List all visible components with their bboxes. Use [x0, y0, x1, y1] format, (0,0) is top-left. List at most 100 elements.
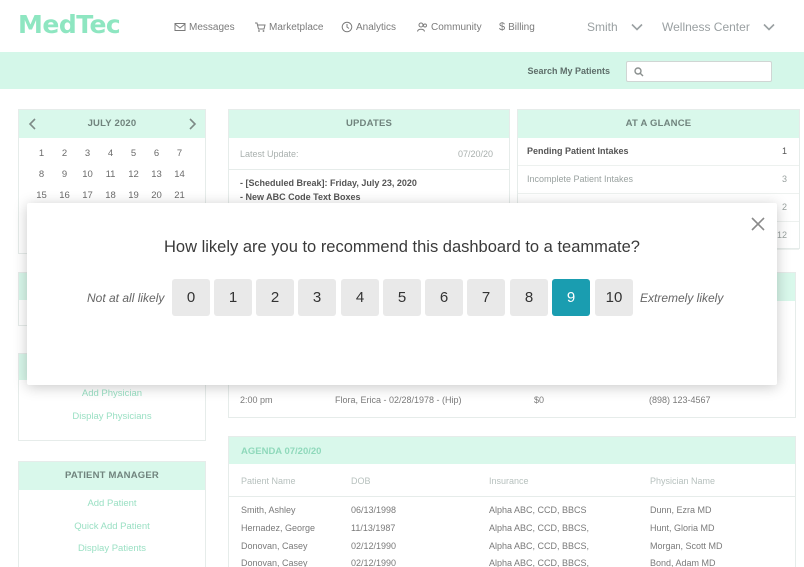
calendar-day[interactable]: 14 [168, 169, 191, 180]
glance-count: 1 [781, 146, 787, 156]
chevron-left-icon[interactable] [25, 116, 41, 132]
patient-name-cell[interactable]: Hernadez, George [241, 523, 315, 533]
display-physicians-link[interactable]: Display Physicians [19, 411, 205, 422]
schedule-patient[interactable]: Flora, Erica - 02/28/1978 - (Hip) [335, 395, 462, 405]
calendar-day[interactable]: 3 [76, 148, 99, 159]
add-physician-link[interactable]: Add Physician [19, 388, 205, 399]
nav-analytics-label: Analytics [356, 21, 397, 33]
schedule-time: 2:00 pm [240, 395, 273, 405]
nav-community-label: Community [431, 21, 482, 33]
clock-icon [341, 21, 353, 33]
calendar-month: JULY 2020 [19, 110, 205, 138]
add-patient-link[interactable]: Add Patient [19, 498, 205, 509]
score-button-1[interactable]: 1 [214, 279, 252, 316]
score-button-9[interactable]: 9 [552, 279, 590, 316]
app-logo[interactable]: MedTec [18, 10, 121, 39]
chevron-right-icon[interactable] [184, 116, 200, 132]
mail-icon [174, 23, 186, 31]
schedule-phone: (898) 123-4567 [649, 395, 711, 405]
update-item: - New ABC Code Text Boxes [240, 192, 361, 202]
user-menu[interactable]: Smith [587, 20, 618, 34]
calendar-day[interactable]: 6 [145, 148, 168, 159]
nav-community[interactable]: Community [416, 21, 482, 33]
search-icon [634, 67, 644, 77]
calendar-day[interactable]: 16 [53, 190, 76, 201]
calendar-day[interactable]: 12 [122, 169, 145, 180]
nav-billing[interactable]: $ Billing [499, 21, 535, 33]
dob-cell: 06/13/1998 [351, 505, 397, 515]
glance-row[interactable]: Incomplete Patient Intakes 3 [518, 166, 799, 194]
calendar-day[interactable]: 9 [53, 169, 76, 180]
calendar-day[interactable]: 7 [168, 148, 191, 159]
column-header: Insurance [489, 476, 529, 486]
chevron-down-icon[interactable] [630, 20, 644, 34]
display-patients-link[interactable]: Display Patients [19, 543, 205, 554]
physician-name-cell: Hunt, Gloria MD [650, 523, 715, 533]
calendar-day[interactable]: 20 [145, 190, 168, 201]
divider [229, 169, 509, 170]
calendar-day[interactable]: 10 [76, 169, 99, 180]
calendar-day[interactable]: 15 [30, 190, 53, 201]
nav-messages-label: Messages [189, 21, 235, 33]
insurance-cell: Alpha ABC, CCD, BBCS, [489, 541, 590, 551]
calendar-day[interactable]: 8 [30, 169, 53, 180]
scale-high-label: Extremely likely [640, 291, 724, 305]
score-button-0[interactable]: 0 [172, 279, 210, 316]
score-button-2[interactable]: 2 [256, 279, 294, 316]
patient-name-cell[interactable]: Smith, Ashley [241, 505, 296, 515]
physician-name-cell: Dunn, Ezra MD [650, 505, 712, 515]
column-header: Physician Name [650, 476, 716, 486]
score-button-4[interactable]: 4 [341, 279, 379, 316]
survey-modal: How likely are you to recommend this das… [27, 203, 777, 385]
nav-marketplace-label: Marketplace [269, 21, 324, 33]
latest-update-date: 07/20/20 [458, 149, 494, 159]
calendar-day[interactable]: 19 [122, 190, 145, 201]
column-header: Patient Name [241, 476, 296, 486]
dob-cell: 02/12/1990 [351, 558, 397, 567]
nav-messages[interactable]: Messages [174, 21, 235, 33]
score-button-10[interactable]: 10 [595, 279, 633, 316]
calendar-day[interactable]: 11 [99, 169, 122, 180]
calendar-day[interactable]: 13 [145, 169, 168, 180]
search-input[interactable] [647, 65, 767, 79]
insurance-cell: Alpha ABC, CCD, BBCS [489, 505, 587, 515]
nav-marketplace[interactable]: Marketplace [254, 21, 323, 33]
search-label: Search My Patients [527, 66, 610, 76]
calendar-day[interactable]: 1 [30, 148, 53, 159]
score-button-6[interactable]: 6 [425, 279, 463, 316]
patient-name-cell[interactable]: Donovan, Casey [241, 541, 308, 551]
agenda-panel: AGENDA 07/20/20 Patient Name DOB Insuran… [228, 436, 796, 567]
calendar-day[interactable]: 4 [99, 148, 122, 159]
column-header: DOB [351, 476, 371, 486]
updates-title: UPDATES [229, 110, 509, 138]
glance-row[interactable]: Pending Patient Intakes 1 [518, 138, 799, 166]
calendar-day[interactable]: 21 [168, 190, 191, 201]
quick-add-patient-link[interactable]: Quick Add Patient [19, 521, 205, 532]
at-a-glance-title: AT A GLANCE [518, 110, 799, 138]
agenda-title: AGENDA 07/20/20 [241, 446, 322, 457]
calendar-day[interactable]: 5 [122, 148, 145, 159]
location-menu[interactable]: Wellness Center [662, 20, 750, 34]
nav-analytics[interactable]: Analytics [341, 21, 396, 33]
calendar-day[interactable]: 18 [99, 190, 122, 201]
score-button-8[interactable]: 8 [510, 279, 548, 316]
calendar-day[interactable]: 17 [76, 190, 99, 201]
patient-name-cell[interactable]: Donovan, Casey [241, 558, 308, 567]
schedule-amount: $0 [534, 395, 545, 405]
latest-update-label: Latest Update: [240, 149, 299, 159]
score-button-7[interactable]: 7 [467, 279, 505, 316]
glance-count: 2 [781, 202, 787, 212]
score-button-5[interactable]: 5 [383, 279, 421, 316]
score-button-3[interactable]: 3 [298, 279, 336, 316]
calendar-day[interactable]: 2 [53, 148, 76, 159]
chevron-down-icon[interactable] [762, 20, 776, 34]
physician-name-cell: Bond, Adam MD [650, 558, 716, 567]
people-icon [417, 22, 427, 32]
dob-cell: 11/13/1987 [351, 523, 396, 533]
close-icon[interactable] [749, 215, 767, 233]
updates-panel: UPDATES Latest Update: 07/20/20 - [Sched… [228, 109, 510, 209]
nav-billing-label: Billing [508, 21, 535, 33]
search-field[interactable] [626, 61, 772, 82]
cart-icon [255, 22, 266, 32]
physician-name-cell: Morgan, Scott MD [650, 541, 723, 551]
